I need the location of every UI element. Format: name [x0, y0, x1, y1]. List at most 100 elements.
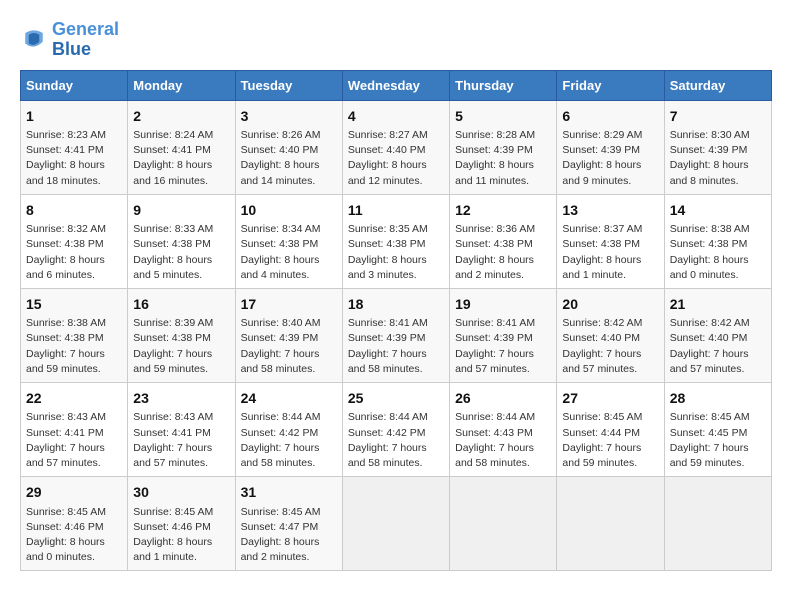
calendar-cell: 24Sunrise: 8:44 AMSunset: 4:42 PMDayligh… [235, 383, 342, 477]
day-info: Sunrise: 8:45 AMSunset: 4:44 PMDaylight:… [562, 410, 658, 471]
day-number: 27 [562, 388, 658, 408]
calendar-cell: 25Sunrise: 8:44 AMSunset: 4:42 PMDayligh… [342, 383, 449, 477]
calendar-cell: 26Sunrise: 8:44 AMSunset: 4:43 PMDayligh… [450, 383, 557, 477]
day-info: Sunrise: 8:35 AMSunset: 4:38 PMDaylight:… [348, 222, 444, 283]
calendar-cell: 12Sunrise: 8:36 AMSunset: 4:38 PMDayligh… [450, 194, 557, 288]
weekday-header-sunday: Sunday [21, 70, 128, 100]
day-number: 25 [348, 388, 444, 408]
calendar-cell: 23Sunrise: 8:43 AMSunset: 4:41 PMDayligh… [128, 383, 235, 477]
calendar-cell: 4Sunrise: 8:27 AMSunset: 4:40 PMDaylight… [342, 100, 449, 194]
calendar-cell: 11Sunrise: 8:35 AMSunset: 4:38 PMDayligh… [342, 194, 449, 288]
day-info: Sunrise: 8:36 AMSunset: 4:38 PMDaylight:… [455, 222, 551, 283]
day-info: Sunrise: 8:30 AMSunset: 4:39 PMDaylight:… [670, 128, 766, 189]
logo: General Blue [20, 20, 119, 60]
weekday-header-saturday: Saturday [664, 70, 771, 100]
day-number: 4 [348, 106, 444, 126]
day-number: 30 [133, 482, 229, 502]
calendar-cell: 19Sunrise: 8:41 AMSunset: 4:39 PMDayligh… [450, 288, 557, 382]
day-number: 18 [348, 294, 444, 314]
page-header: General Blue [20, 20, 772, 60]
calendar-cell: 8Sunrise: 8:32 AMSunset: 4:38 PMDaylight… [21, 194, 128, 288]
day-info: Sunrise: 8:43 AMSunset: 4:41 PMDaylight:… [26, 410, 122, 471]
day-info: Sunrise: 8:33 AMSunset: 4:38 PMDaylight:… [133, 222, 229, 283]
day-number: 28 [670, 388, 766, 408]
calendar-cell: 31 Sunrise: 8:45 AMSunset: 4:47 PMDayligh… [235, 477, 342, 571]
day-info: Sunrise: 8:23 AMSunset: 4:41 PMDaylight:… [26, 128, 122, 189]
logo-icon [20, 26, 48, 54]
calendar-cell: 15Sunrise: 8:38 AMSunset: 4:38 PMDayligh… [21, 288, 128, 382]
day-number: 1 [26, 106, 122, 126]
day-number: 9 [133, 200, 229, 220]
calendar-cell: 20Sunrise: 8:42 AMSunset: 4:40 PMDayligh… [557, 288, 664, 382]
weekday-header-friday: Friday [557, 70, 664, 100]
day-number: 31 [241, 482, 337, 502]
calendar-cell: 22Sunrise: 8:43 AMSunset: 4:41 PMDayligh… [21, 383, 128, 477]
calendar-cell: 18Sunrise: 8:41 AMSunset: 4:39 PMDayligh… [342, 288, 449, 382]
day-info: Sunrise: 8:38 AMSunset: 4:38 PMDaylight:… [670, 222, 766, 283]
calendar-cell: 9Sunrise: 8:33 AMSunset: 4:38 PMDaylight… [128, 194, 235, 288]
calendar-cell: 14Sunrise: 8:38 AMSunset: 4:38 PMDayligh… [664, 194, 771, 288]
day-number: 6 [562, 106, 658, 126]
calendar-cell: 10Sunrise: 8:34 AMSunset: 4:38 PMDayligh… [235, 194, 342, 288]
day-info: Sunrise: 8:45 AMSunset: 4:46 PMDaylight:… [133, 505, 229, 566]
day-info: Sunrise: 8:40 AMSunset: 4:39 PMDaylight:… [241, 316, 337, 377]
weekday-header-monday: Monday [128, 70, 235, 100]
day-info: Sunrise: 8:41 AMSunset: 4:39 PMDaylight:… [348, 316, 444, 377]
day-number: 23 [133, 388, 229, 408]
day-number: 15 [26, 294, 122, 314]
day-number: 21 [670, 294, 766, 314]
day-number: 11 [348, 200, 444, 220]
day-info: Sunrise: 8:28 AMSunset: 4:39 PMDaylight:… [455, 128, 551, 189]
day-info: Sunrise: 8:45 AMSunset: 4:45 PMDaylight:… [670, 410, 766, 471]
day-number: 16 [133, 294, 229, 314]
weekday-header-thursday: Thursday [450, 70, 557, 100]
day-info: Sunrise: 8:44 AMSunset: 4:42 PMDaylight:… [241, 410, 337, 471]
day-info: Sunrise: 8:34 AMSunset: 4:38 PMDaylight:… [241, 222, 337, 283]
calendar-cell [664, 477, 771, 571]
day-info: Sunrise: 8:45 AMSunset: 4:46 PMDaylight:… [26, 505, 122, 566]
logo-text: General Blue [52, 20, 119, 60]
day-info: Sunrise: 8:27 AMSunset: 4:40 PMDaylight:… [348, 128, 444, 189]
day-info: Sunrise: 8:45 AMSunset: 4:47 PMDaylight:… [241, 505, 337, 566]
day-info: Sunrise: 8:44 AMSunset: 4:43 PMDaylight:… [455, 410, 551, 471]
day-info: Sunrise: 8:37 AMSunset: 4:38 PMDaylight:… [562, 222, 658, 283]
calendar-cell: 28Sunrise: 8:45 AMSunset: 4:45 PMDayligh… [664, 383, 771, 477]
day-info: Sunrise: 8:42 AMSunset: 4:40 PMDaylight:… [562, 316, 658, 377]
day-number: 26 [455, 388, 551, 408]
day-number: 8 [26, 200, 122, 220]
calendar-cell: 6Sunrise: 8:29 AMSunset: 4:39 PMDaylight… [557, 100, 664, 194]
day-info: Sunrise: 8:26 AMSunset: 4:40 PMDaylight:… [241, 128, 337, 189]
day-info: Sunrise: 8:39 AMSunset: 4:38 PMDaylight:… [133, 316, 229, 377]
day-number: 12 [455, 200, 551, 220]
day-number: 22 [26, 388, 122, 408]
day-number: 14 [670, 200, 766, 220]
calendar-cell: 7Sunrise: 8:30 AMSunset: 4:39 PMDaylight… [664, 100, 771, 194]
day-number: 7 [670, 106, 766, 126]
day-number: 3 [241, 106, 337, 126]
day-number: 10 [241, 200, 337, 220]
calendar-cell [450, 477, 557, 571]
day-info: Sunrise: 8:44 AMSunset: 4:42 PMDaylight:… [348, 410, 444, 471]
calendar-cell: 17Sunrise: 8:40 AMSunset: 4:39 PMDayligh… [235, 288, 342, 382]
weekday-header-wednesday: Wednesday [342, 70, 449, 100]
calendar-cell: 13Sunrise: 8:37 AMSunset: 4:38 PMDayligh… [557, 194, 664, 288]
day-number: 5 [455, 106, 551, 126]
day-info: Sunrise: 8:43 AMSunset: 4:41 PMDaylight:… [133, 410, 229, 471]
day-info: Sunrise: 8:29 AMSunset: 4:39 PMDaylight:… [562, 128, 658, 189]
day-info: Sunrise: 8:38 AMSunset: 4:38 PMDaylight:… [26, 316, 122, 377]
calendar-cell: 2Sunrise: 8:24 AMSunset: 4:41 PMDaylight… [128, 100, 235, 194]
day-info: Sunrise: 8:41 AMSunset: 4:39 PMDaylight:… [455, 316, 551, 377]
calendar-cell: 16Sunrise: 8:39 AMSunset: 4:38 PMDayligh… [128, 288, 235, 382]
calendar-cell: 21Sunrise: 8:42 AMSunset: 4:40 PMDayligh… [664, 288, 771, 382]
weekday-header-tuesday: Tuesday [235, 70, 342, 100]
day-number: 19 [455, 294, 551, 314]
calendar-cell: 29Sunrise: 8:45 AMSunset: 4:46 PMDayligh… [21, 477, 128, 571]
calendar-cell [342, 477, 449, 571]
day-number: 24 [241, 388, 337, 408]
day-info: Sunrise: 8:24 AMSunset: 4:41 PMDaylight:… [133, 128, 229, 189]
calendar-cell: 3Sunrise: 8:26 AMSunset: 4:40 PMDaylight… [235, 100, 342, 194]
calendar-cell [557, 477, 664, 571]
day-number: 17 [241, 294, 337, 314]
calendar-cell: 27Sunrise: 8:45 AMSunset: 4:44 PMDayligh… [557, 383, 664, 477]
calendar-cell: 1Sunrise: 8:23 AMSunset: 4:41 PMDaylight… [21, 100, 128, 194]
